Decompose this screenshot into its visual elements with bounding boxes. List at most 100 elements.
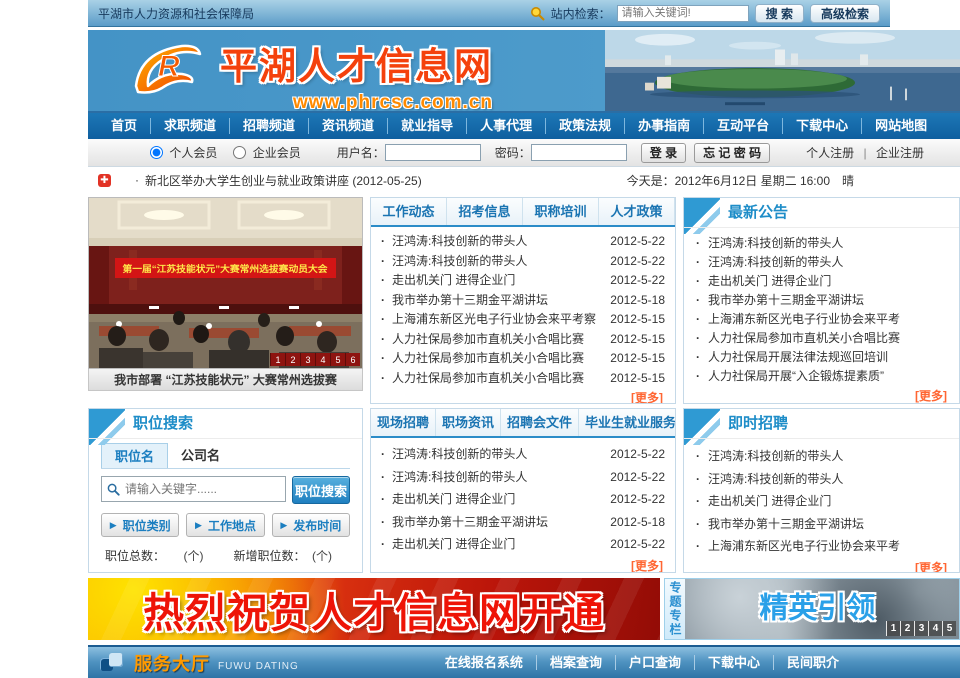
tab[interactable]: 职场资讯: [436, 409, 501, 436]
news-link[interactable]: 走出机关门 进得企业门: [392, 488, 604, 511]
instant-recruit-more-link[interactable]: [更多]: [684, 558, 959, 574]
nav-item[interactable]: 人事代理: [466, 118, 545, 134]
login-button[interactable]: 登 录: [641, 143, 686, 163]
special-page-button[interactable]: 5: [942, 621, 956, 636]
nav-item[interactable]: 首页: [98, 118, 150, 134]
announcement-link[interactable]: 上海浦东新区光电子行业协会来平考: [708, 310, 947, 329]
password-field[interactable]: [531, 144, 627, 161]
special-page-button[interactable]: 1: [886, 621, 900, 636]
instant-recruit-link[interactable]: 走出机关门 进得企业门: [708, 490, 947, 513]
tab[interactable]: 招考信息: [447, 198, 523, 225]
special-page-button[interactable]: 3: [914, 621, 928, 636]
news-link[interactable]: 人力社保局参加市直机关小合唱比赛: [392, 330, 604, 350]
special-column-photo: 精英引领 12345: [685, 579, 959, 639]
tab-company-name[interactable]: 公司名: [168, 443, 233, 468]
nav-item[interactable]: 下载中心: [782, 118, 861, 134]
tab[interactable]: 工作动态: [371, 198, 447, 225]
nav-item[interactable]: 办事指南: [624, 118, 703, 134]
recruit-more-link[interactable]: [更多]: [371, 556, 675, 574]
nav-item[interactable]: 网站地图: [861, 118, 940, 134]
news-more-link[interactable]: [更多]: [371, 388, 675, 404]
job-search-button[interactable]: 职位搜索: [292, 476, 350, 504]
special-column-banner[interactable]: 专题专栏 精英引领 12345: [664, 578, 960, 640]
special-page-button[interactable]: 4: [928, 621, 942, 636]
username-field[interactable]: [385, 144, 481, 161]
instant-recruit-link[interactable]: 汪鸿涛:科技创新的带头人: [708, 468, 947, 491]
nav-item[interactable]: 招聘频道: [229, 118, 308, 134]
news-date: 2012-5-22: [610, 252, 665, 272]
news-link[interactable]: 走出机关门 进得企业门: [392, 271, 604, 291]
news-link[interactable]: 汪鸿涛:科技创新的带头人: [392, 443, 604, 466]
announcement-link[interactable]: 汪鸿涛:科技创新的带头人: [708, 234, 947, 253]
nav-item[interactable]: 政策法规: [545, 118, 624, 134]
photo-page-button[interactable]: 1: [270, 353, 285, 366]
announcement-link[interactable]: 汪鸿涛:科技创新的带头人: [708, 253, 947, 272]
announcement-link[interactable]: 走出机关门 进得企业门: [708, 272, 947, 291]
news-link[interactable]: 汪鸿涛:科技创新的带头人: [392, 232, 604, 252]
tab[interactable]: 人才政策: [599, 198, 675, 225]
special-page-button[interactable]: 2: [900, 621, 914, 636]
news-link[interactable]: 走出机关门 进得企业门: [392, 533, 604, 556]
news-link[interactable]: 我市举办第十三期金平湖讲坛: [392, 291, 604, 311]
service-link[interactable]: 民间职介: [773, 655, 852, 670]
announcement-link[interactable]: 人力社保局开展法律法规巡回培训: [708, 348, 947, 367]
conference-photo[interactable]: 第一届“江苏技能状元”大赛常州选拔赛动员大会: [88, 197, 363, 369]
instant-recruit-link[interactable]: 上海浦东新区光电子行业协会来平考: [708, 535, 947, 558]
photo-page-button[interactable]: 2: [285, 353, 300, 366]
filter-button[interactable]: ▶ 发布时间: [272, 513, 350, 537]
announcement-link[interactable]: 人力社保局参加市直机关小合唱比赛: [708, 329, 947, 348]
announcement-link[interactable]: 人力社保局开展“入企锻炼提素质”: [708, 367, 947, 386]
site-logo[interactable]: R 平湖人才信息网 www.phrcsc.com.cn: [128, 36, 493, 113]
tab[interactable]: 毕业生就业服务: [579, 409, 676, 436]
company-member-radio-label[interactable]: 企业会员: [233, 144, 300, 161]
site-search-button[interactable]: 搜 索: [755, 4, 804, 23]
news-link[interactable]: 汪鸿涛:科技创新的带头人: [392, 466, 604, 489]
personal-member-radio[interactable]: [150, 146, 163, 159]
nav-item[interactable]: 互动平台: [703, 118, 782, 134]
photo-page-button[interactable]: 6: [345, 353, 360, 366]
search-icon: [530, 6, 545, 21]
service-link[interactable]: 档案查询: [536, 655, 615, 670]
news-link[interactable]: 上海浦东新区光电子行业协会来平考察: [392, 310, 604, 330]
service-link[interactable]: 在线报名系统: [432, 655, 536, 670]
filter-button[interactable]: ▶ 职位类别: [101, 513, 179, 537]
tab[interactable]: 招聘会文件: [501, 409, 579, 436]
celebration-banner[interactable]: 热烈祝贺人才信息网开通: [88, 578, 660, 640]
filter-button[interactable]: ▶ 工作地点: [186, 513, 264, 537]
news-link[interactable]: 我市举办第十三期金平湖讲坛: [392, 511, 604, 534]
company-register-link[interactable]: 企业注册: [876, 146, 924, 160]
photo-page-button[interactable]: 5: [330, 353, 345, 366]
keyword-input[interactable]: [125, 482, 280, 496]
service-links: 在线报名系统档案查询户口查询下载中心民间职介: [432, 655, 852, 670]
service-link[interactable]: 下载中心: [694, 655, 773, 670]
triangle-right-icon: ▶: [280, 520, 287, 531]
nav-item[interactable]: 求职频道: [150, 118, 229, 134]
personal-register-link[interactable]: 个人注册: [806, 146, 854, 160]
photo-page-button[interactable]: 3: [300, 353, 315, 366]
nav-item[interactable]: 就业指导: [387, 118, 466, 134]
notice-link[interactable]: 新北区举办大学生创业与就业政策讲座 (2012-05-25): [145, 172, 422, 189]
news-link[interactable]: 汪鸿涛:科技创新的带头人: [392, 252, 604, 272]
list-item: 汪鸿涛:科技创新的带头人 2012-5-22: [381, 232, 665, 252]
site-search-input[interactable]: [617, 5, 749, 22]
tab[interactable]: 职称培训: [523, 198, 599, 225]
company-member-radio[interactable]: [233, 146, 246, 159]
nav-item[interactable]: 资讯频道: [308, 118, 387, 134]
tab[interactable]: 现场招聘: [371, 409, 436, 436]
personal-member-radio-label[interactable]: 个人会员: [150, 144, 217, 161]
instant-recruit-link[interactable]: 我市举办第十三期金平湖讲坛: [708, 513, 947, 536]
announcements-more-link[interactable]: [更多]: [684, 386, 959, 404]
job-search-panel: 职位搜索 职位名 公司名 职位搜索 ▶: [88, 408, 363, 573]
news-link[interactable]: 人力社保局参加市直机关小合唱比赛: [392, 369, 604, 389]
list-item: 人力社保局参加市直机关小合唱比赛: [696, 329, 947, 348]
photo-caption[interactable]: 我市部署 “江苏技能状元” 大赛常州选拔赛: [88, 369, 363, 391]
advanced-search-button[interactable]: 高级检索: [810, 4, 880, 23]
forgot-password-button[interactable]: 忘 记 密 码: [694, 143, 770, 163]
announcement-link[interactable]: 我市举办第十三期金平湖讲坛: [708, 291, 947, 310]
news-link[interactable]: 人力社保局参加市直机关小合唱比赛: [392, 349, 604, 369]
photo-page-button[interactable]: 4: [315, 353, 330, 366]
instant-recruit-link[interactable]: 汪鸿涛:科技创新的带头人: [708, 445, 947, 468]
service-link[interactable]: 户口查询: [615, 655, 694, 670]
news-date: 2012-5-18: [610, 291, 665, 311]
tab-position-name[interactable]: 职位名: [101, 443, 168, 468]
